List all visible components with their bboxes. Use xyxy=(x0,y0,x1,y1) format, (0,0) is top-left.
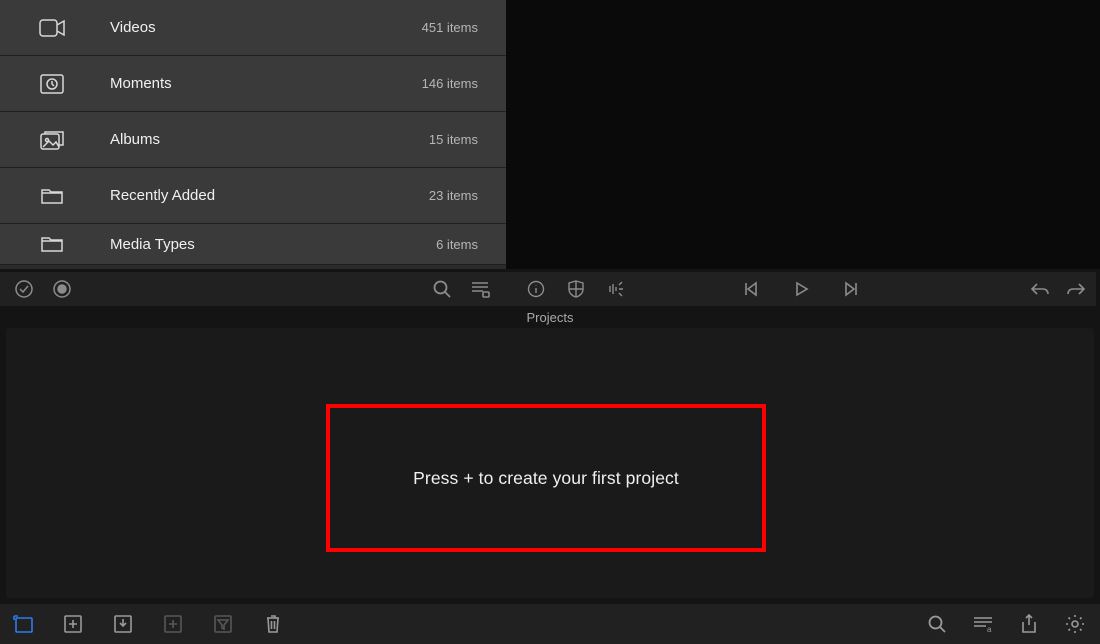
top-region: Videos 451 items Moments 146 items xyxy=(0,0,1100,269)
sidebar-item-label: Media Types xyxy=(110,236,436,253)
skip-back-icon[interactable] xyxy=(739,277,763,301)
albums-icon xyxy=(38,126,66,154)
list-settings-icon[interactable] xyxy=(468,277,492,301)
empty-project-message: Press + to create your first project xyxy=(413,468,679,489)
import-icon[interactable] xyxy=(112,613,134,635)
sidebar-item-label: Recently Added xyxy=(110,187,429,204)
play-icon[interactable] xyxy=(789,277,813,301)
sidebar-item-count: 451 items xyxy=(422,20,478,35)
gear-icon[interactable] xyxy=(1064,613,1086,635)
sidebar-item-albums[interactable]: Albums 15 items xyxy=(0,112,506,168)
svg-text:a: a xyxy=(987,625,992,633)
filter-disabled-icon xyxy=(212,613,234,635)
sidebar-item-recently-added[interactable]: Recently Added 23 items xyxy=(0,168,506,224)
add-disabled-icon xyxy=(162,613,184,635)
trash-icon[interactable] xyxy=(262,613,284,635)
sidebar-item-videos[interactable]: Videos 451 items xyxy=(0,0,506,56)
sidebar-item-count: 6 items xyxy=(436,237,478,252)
skip-forward-icon[interactable] xyxy=(839,277,863,301)
sidebar-item-moments[interactable]: Moments 146 items xyxy=(0,56,506,112)
bottom-toolbar: a xyxy=(0,604,1100,644)
sidebar-toolbar xyxy=(0,272,506,306)
folder-icon xyxy=(38,230,66,258)
share-icon[interactable] xyxy=(1018,613,1040,635)
sidebar-item-media-types[interactable]: Media Types 6 items xyxy=(0,224,506,265)
search-icon[interactable] xyxy=(430,277,454,301)
info-icon[interactable] xyxy=(524,277,548,301)
search-icon[interactable] xyxy=(926,613,948,635)
checkmark-circle-icon[interactable] xyxy=(12,277,36,301)
sidebar-item-count: 15 items xyxy=(429,132,478,147)
timeline-mode-icon[interactable] xyxy=(12,613,34,635)
projects-heading: Projects xyxy=(0,310,1100,325)
sidebar-item-count: 23 items xyxy=(429,188,478,203)
text-list-icon[interactable]: a xyxy=(972,613,994,635)
redo-icon[interactable] xyxy=(1064,277,1088,301)
record-icon[interactable] xyxy=(50,277,74,301)
shield-icon[interactable] xyxy=(564,277,588,301)
media-sidebar: Videos 451 items Moments 146 items xyxy=(0,0,506,269)
preview-toolbar xyxy=(506,272,1096,306)
camera-icon xyxy=(38,14,66,42)
undo-icon[interactable] xyxy=(1028,277,1052,301)
preview-panel xyxy=(506,0,1100,269)
sidebar-item-label: Videos xyxy=(110,19,422,36)
sidebar-item-count: 146 items xyxy=(422,76,478,91)
annotation-highlight: Press + to create your first project xyxy=(326,404,766,552)
clock-rect-icon xyxy=(38,70,66,98)
sidebar-item-label: Moments xyxy=(110,75,422,92)
sidebar-item-label: Albums xyxy=(110,131,429,148)
audio-burst-icon[interactable] xyxy=(604,277,628,301)
add-project-icon[interactable] xyxy=(62,613,84,635)
folder-icon xyxy=(38,182,66,210)
